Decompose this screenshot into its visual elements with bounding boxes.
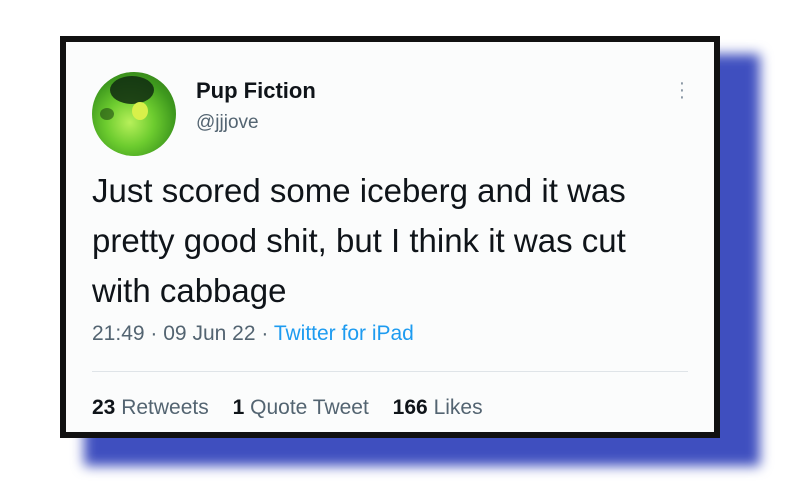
tweet-stats: 23 Retweets 1 Quote Tweet 166 Likes — [92, 396, 501, 420]
quotes-label: Quote Tweet — [250, 396, 369, 419]
divider — [92, 371, 688, 372]
avatar-shape — [110, 76, 154, 104]
tweet-card: Pup Fiction @jjjove · · · Just scored some… — [66, 42, 714, 432]
tweet-date[interactable]: 09 Jun 22 — [163, 322, 255, 345]
meta-separator: · — [261, 322, 269, 345]
avatar[interactable] — [92, 72, 176, 156]
retweets-label: Retweets — [121, 396, 209, 419]
tweet-time[interactable]: 21:49 — [92, 322, 145, 345]
display-name[interactable]: Pup Fiction — [196, 78, 316, 104]
likes-count: 166 — [392, 396, 428, 419]
likes-stat[interactable]: 166 Likes — [393, 396, 483, 419]
tweet-source-link[interactable]: Twitter for iPad — [274, 322, 414, 345]
quotes-stat[interactable]: 1 Quote Tweet — [233, 396, 375, 419]
avatar-shape — [100, 108, 114, 120]
retweets-stat[interactable]: 23 Retweets — [92, 396, 215, 419]
more-options-icon[interactable]: · · · — [678, 73, 686, 107]
tweet-text: Just scored some iceberg and it was pret… — [92, 172, 626, 309]
user-handle[interactable]: @jjjove — [196, 112, 259, 134]
quotes-count: 1 — [232, 396, 245, 419]
retweets-count: 23 — [92, 396, 116, 419]
avatar-shape — [132, 102, 148, 120]
tweet-meta: 21:49 · 09 Jun 22 · Twitter for iPad — [92, 322, 414, 346]
meta-separator: · — [150, 322, 158, 345]
likes-label: Likes — [433, 396, 483, 419]
